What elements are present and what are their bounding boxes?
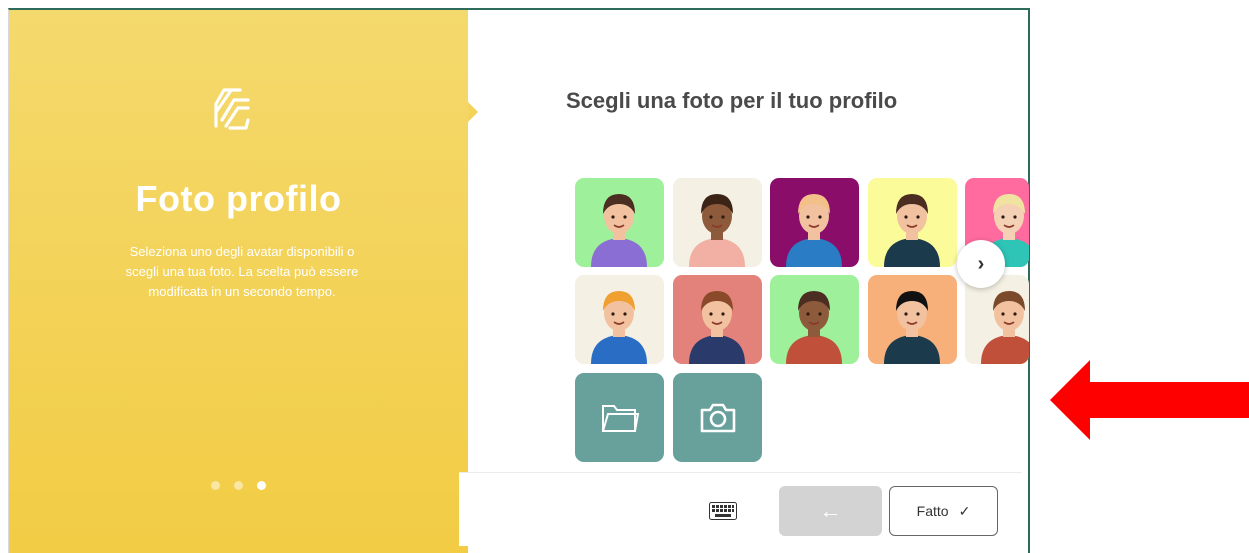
avatar-2-tile[interactable] (673, 178, 762, 267)
back-button[interactable]: ← (779, 486, 882, 536)
panel-title: Foto profilo (135, 178, 342, 219)
step-indicator (9, 481, 468, 490)
avatar-illustration (884, 291, 940, 364)
info-panel: Foto profilo Seleziona uno degli avatar … (9, 10, 468, 553)
back-arrow: ← (819, 498, 842, 523)
keyboard-icon[interactable] (709, 502, 737, 520)
avatar-illustration (689, 291, 745, 364)
done-label: Fatto (916, 503, 949, 519)
next-avatars-button[interactable]: › (957, 240, 1005, 288)
panel-pointer (468, 102, 478, 122)
page-title: Scegli una foto per il tuo profilo (566, 88, 898, 113)
choose-file-button[interactable] (575, 373, 664, 462)
avatar-9-tile[interactable] (868, 275, 957, 364)
camera-icon (700, 403, 735, 432)
avatar-1-tile[interactable] (575, 178, 664, 267)
red-arrow-annotation (1050, 360, 1249, 440)
avatar-illustration (591, 194, 647, 267)
chevron-right-icon: › (977, 252, 985, 275)
panel-description: Seleziona uno degli avatar disponibili o… (125, 244, 359, 299)
avatar-4-tile[interactable] (868, 178, 957, 267)
avatar-7-tile[interactable] (673, 275, 762, 364)
folder-icon (601, 404, 639, 432)
avatar-10-tile[interactable] (965, 275, 1029, 364)
avatar-illustration (689, 194, 745, 267)
avatar-3-tile[interactable] (770, 178, 859, 267)
avatar-6-tile[interactable] (575, 275, 664, 364)
avatar-illustration (884, 194, 940, 267)
avatar-illustration (786, 194, 842, 267)
check-icon: ✓ (958, 502, 971, 519)
avatar-illustration (786, 291, 842, 364)
avatar-illustration (981, 291, 1029, 364)
step-dot-2 (234, 481, 243, 490)
app-logo-icon (214, 88, 250, 130)
done-button[interactable]: Fatto ✓ (889, 486, 998, 536)
take-photo-button[interactable] (673, 373, 762, 462)
avatar-8-tile[interactable] (770, 275, 859, 364)
step-dot-3 (257, 481, 266, 490)
avatar-illustration (591, 291, 647, 364)
step-dot-1 (211, 481, 220, 490)
